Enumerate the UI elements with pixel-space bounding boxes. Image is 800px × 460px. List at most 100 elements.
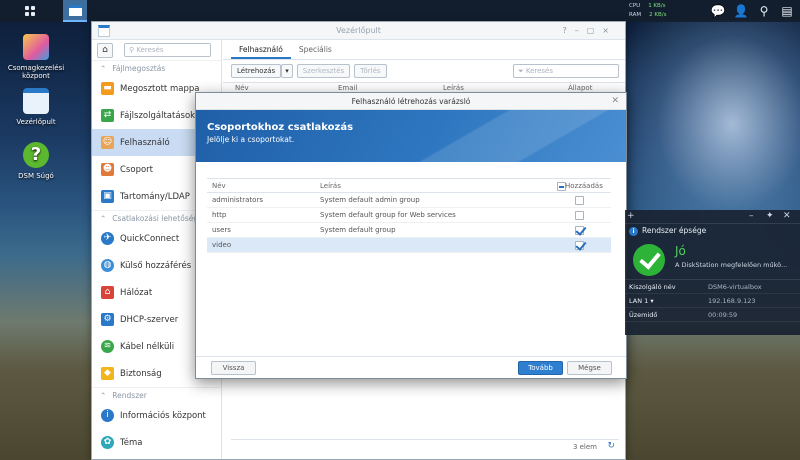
widget-title: Rendszer épsége — [642, 226, 707, 235]
taskbar-control-panel-button[interactable] — [63, 0, 87, 22]
ram-label: RAM — [629, 12, 642, 18]
table-row[interactable]: video — [207, 238, 611, 253]
column-description[interactable]: Leírás — [320, 182, 341, 190]
group-description: System default group — [320, 226, 396, 234]
add-checkbox[interactable] — [575, 196, 584, 205]
desktop-icon-label: DSM Súgó — [18, 172, 54, 180]
ram-value: 2 KB/s — [649, 12, 667, 18]
desktop-icon-control-panel[interactable]: Vezérlőpult — [0, 88, 72, 126]
sidebar-item-label: Hálózat — [120, 287, 153, 298]
cpu-value: 1 KB/s — [648, 3, 666, 9]
sidebar-item-label: Téma — [120, 437, 143, 448]
widgets-icon[interactable]: ▤ — [779, 3, 795, 19]
grid-icon — [25, 6, 35, 16]
add-widget-icon[interactable]: + — [627, 211, 635, 221]
column-name[interactable]: Név — [212, 182, 226, 190]
table-row[interactable]: administrators System default admin grou… — [207, 193, 611, 208]
sidebar-item-label: Biztonság — [120, 368, 162, 379]
tab-advanced[interactable]: Speciális — [291, 41, 340, 59]
network-icon: ⌂ — [101, 286, 114, 299]
section-system[interactable]: ⌃ Rendszer — [92, 387, 221, 402]
file-services-icon: ⇄ — [101, 109, 114, 122]
search-icon[interactable]: ⚲ — [756, 3, 772, 19]
taskbar: CPU 1 KB/s RAM 2 KB/s 💬 👤 ⚲ ▤ — [0, 0, 800, 22]
filter-placeholder: Keresés — [525, 67, 554, 75]
sidebar-item-theme[interactable]: ✿ Téma — [92, 429, 221, 456]
domain-icon: ▣ — [101, 190, 114, 203]
sidebar-item-label: Információs központ — [120, 410, 206, 421]
home-button[interactable]: ⌂ — [97, 42, 113, 58]
close-icon[interactable]: ✕ — [611, 93, 619, 110]
sidebar-search-input[interactable]: ⚲ Keresés — [124, 43, 211, 57]
group-table: Név Leírás Hozzáadás administrators Syst… — [207, 178, 611, 253]
column-email[interactable]: Email — [338, 84, 357, 92]
wizard-banner: Csoportokhoz csatlakozás Jelölje ki a cs… — [196, 110, 626, 162]
table-row[interactable]: users System default group — [207, 223, 611, 238]
control-panel-icon — [23, 88, 49, 114]
group-name: administrators — [212, 196, 263, 204]
chevron-up-icon: ⌃ — [100, 391, 107, 400]
table-row[interactable]: http System default group for Web servic… — [207, 208, 611, 223]
close-icon[interactable]: ✕ — [783, 211, 791, 221]
desktop-icon-dsm-help[interactable]: ? DSM Súgó — [0, 142, 72, 180]
table-footer: 3 elem ↻ — [231, 439, 619, 453]
system-health-widget: + – ✦ ✕ i Rendszer épsége Jó A DiskStati… — [625, 210, 800, 335]
widget-row: Üzemidő 00:09:59 — [625, 308, 800, 322]
create-dropdown-button[interactable]: ▾ — [281, 64, 293, 78]
window-icon — [68, 4, 82, 16]
pin-icon[interactable]: ✦ — [766, 211, 774, 221]
toolbar: Létrehozás ▾ Szerkesztés Törlés ⏷ Keresé… — [223, 60, 625, 82]
sidebar-item-label: Felhasználó — [120, 137, 170, 148]
edit-button[interactable]: Szerkesztés — [296, 64, 351, 78]
tab-user[interactable]: Felhasználó — [231, 41, 291, 59]
main-menu-button[interactable] — [16, 0, 44, 22]
notifications-icon[interactable]: 💬 — [710, 3, 726, 19]
row-key[interactable]: LAN 1 ▾ — [629, 297, 654, 305]
minimize-icon[interactable]: – — [749, 211, 754, 221]
widget-toolbar: + – ✦ ✕ — [625, 210, 800, 224]
wizard-title: Felhasználó létrehozás varázsló — [351, 97, 471, 106]
add-checkbox[interactable] — [575, 241, 584, 250]
user-icon[interactable]: 👤 — [733, 3, 749, 19]
create-label: Létrehozás — [237, 67, 276, 75]
row-value: 192.168.9.123 — [708, 297, 756, 305]
chevron-down-icon: ▾ — [285, 67, 289, 75]
desktop-icon-label: Csomagkezelési központ — [7, 64, 65, 80]
section-label: Csatlakozási lehetőség — [112, 214, 199, 223]
health-status-message: A DiskStation megfelelően műkö... — [675, 261, 788, 269]
banner-decoration — [406, 110, 626, 162]
add-checkbox[interactable] — [575, 226, 584, 235]
shield-icon: ◆ — [101, 367, 114, 380]
widget-row[interactable]: LAN 1 ▾ 192.168.9.123 — [625, 294, 800, 308]
filter-input[interactable]: ⏷ Keresés — [513, 64, 619, 78]
desktop-icon-label: Vezérlőpult — [16, 118, 56, 126]
sidebar-item-info-center[interactable]: i Információs központ — [92, 402, 221, 429]
create-button[interactable]: Létrehozás — [231, 64, 282, 78]
cancel-button[interactable]: Mégse — [567, 361, 612, 375]
delete-button[interactable]: Törlés — [354, 64, 387, 78]
check-icon — [633, 244, 665, 276]
chevron-up-icon: ⌃ — [100, 214, 107, 223]
resource-monitor[interactable]: CPU 1 KB/s RAM 2 KB/s — [629, 2, 666, 20]
wizard-titlebar[interactable]: Felhasználó létrehozás varázsló ✕ — [196, 93, 626, 110]
column-add: Hozzáadás — [565, 182, 603, 190]
row-key: Kiszolgáló név — [629, 283, 676, 291]
column-description[interactable]: Leírás — [443, 84, 464, 92]
back-button[interactable]: Vissza — [211, 361, 256, 375]
group-description: System default group for Web services — [320, 211, 456, 219]
section-label: Rendszer — [112, 391, 147, 400]
cpu-label: CPU — [629, 3, 641, 9]
column-name[interactable]: Név — [235, 84, 249, 92]
info-icon: i — [629, 226, 638, 236]
window-controls[interactable]: ?–▢× — [562, 22, 617, 40]
add-checkbox[interactable] — [575, 211, 584, 220]
section-file-sharing[interactable]: ⌃ Fájlmegosztás — [92, 60, 221, 75]
window-titlebar[interactable]: Vezérlőpult ?–▢× — [92, 22, 625, 40]
window-title: Vezérlőpult — [336, 26, 381, 35]
sidebar-item-label: Tartomány/LDAP — [120, 191, 190, 202]
next-button[interactable]: Tovább — [518, 361, 563, 375]
group-icon: ☻ — [101, 163, 114, 176]
column-status[interactable]: Állapot — [568, 84, 592, 92]
desktop-icon-package-center[interactable]: Csomagkezelési központ — [0, 34, 72, 80]
refresh-icon[interactable]: ↻ — [607, 441, 615, 451]
